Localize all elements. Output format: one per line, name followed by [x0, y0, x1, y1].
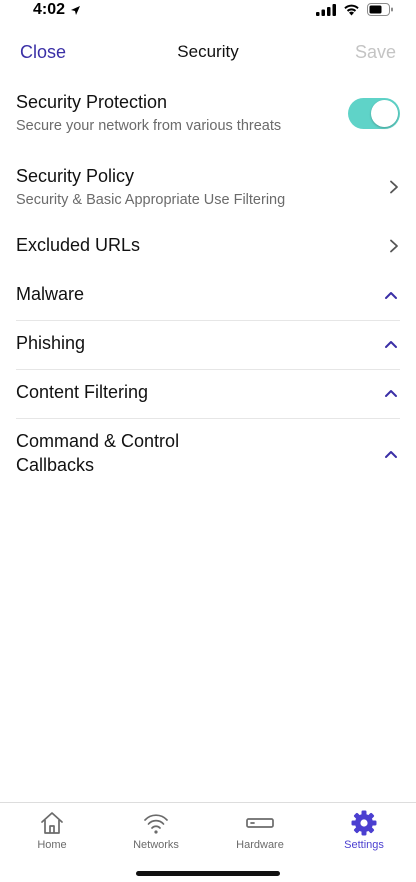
excluded-urls-row[interactable]: Excluded URLs — [16, 233, 400, 263]
tab-networks-label: Networks — [133, 839, 179, 851]
divider — [16, 418, 400, 419]
save-button[interactable]: Save — [355, 42, 396, 63]
tab-home-label: Home — [37, 839, 67, 851]
status-time: 4:02 — [33, 1, 81, 19]
chevron-right-icon — [390, 239, 398, 253]
battery-icon — [367, 3, 393, 16]
toggle-knob — [371, 100, 398, 127]
status-bar: 4:02 — [0, 0, 416, 22]
navigation-bar: Close Security Save — [0, 36, 416, 70]
chevron-right-icon — [390, 180, 398, 194]
content-filtering-title: Content Filtering — [16, 382, 149, 402]
chevron-up-icon — [385, 341, 397, 348]
gear-icon — [351, 810, 377, 836]
home-indicator — [136, 871, 280, 876]
security-policy-row[interactable]: Security Policy Security & Basic Appropr… — [16, 164, 400, 214]
phishing-row[interactable]: Phishing — [16, 331, 400, 361]
security-policy-subtitle: Security & Basic Appropriate Use Filteri… — [16, 192, 286, 208]
security-protection-title: Security Protection — [16, 92, 168, 112]
command-control-title-line1: Command & Control — [16, 431, 180, 451]
router-icon — [246, 818, 274, 828]
location-arrow-icon — [71, 5, 81, 15]
wifi-icon — [344, 4, 359, 16]
tab-hardware-label: Hardware — [236, 839, 284, 851]
tab-settings[interactable]: Settings — [312, 803, 416, 859]
chevron-up-icon — [385, 292, 397, 299]
tab-bar: Home Networks Hardware Settings — [0, 802, 416, 882]
malware-title: Malware — [16, 284, 85, 304]
excluded-urls-title: Excluded URLs — [16, 235, 141, 255]
tab-home[interactable]: Home — [0, 803, 104, 859]
wifi-icon — [144, 814, 168, 834]
security-protection-row: Security Protection Secure your network … — [16, 90, 400, 140]
security-policy-title: Security Policy — [16, 166, 135, 186]
security-protection-toggle[interactable] — [348, 98, 400, 129]
divider — [16, 369, 400, 370]
cellular-signal-icon — [316, 3, 336, 16]
tab-networks[interactable]: Networks — [104, 803, 208, 859]
clock-text: 4:02 — [33, 1, 66, 18]
security-protection-subtitle: Secure your network from various threats — [16, 118, 282, 134]
page-title: Security — [177, 42, 239, 61]
status-icons — [316, 3, 394, 16]
chevron-up-icon — [385, 390, 397, 397]
tab-hardware[interactable]: Hardware — [208, 803, 312, 859]
home-icon — [41, 812, 63, 834]
tab-settings-label: Settings — [344, 839, 384, 851]
divider — [16, 320, 400, 321]
content-filtering-row[interactable]: Content Filtering — [16, 380, 400, 410]
chevron-up-icon — [385, 451, 397, 458]
command-control-callbacks-row[interactable]: Command & Control Callbacks — [16, 429, 400, 481]
malware-row[interactable]: Malware — [16, 282, 400, 312]
phishing-title: Phishing — [16, 333, 86, 353]
command-control-title-line2: Callbacks — [16, 455, 95, 475]
